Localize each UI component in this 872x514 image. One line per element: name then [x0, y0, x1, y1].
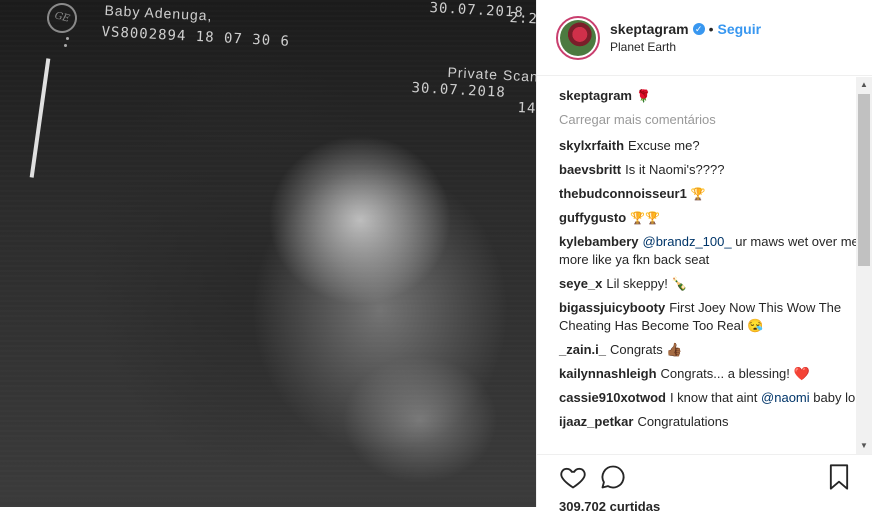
comment-username[interactable]: kylebambery [559, 234, 639, 249]
heart-icon[interactable] [559, 463, 587, 491]
scan-fragment: 14 [517, 100, 536, 117]
comment: bigassjuicybooty First Joey Now This Wow … [559, 299, 859, 335]
comment-username[interactable]: cassie910xotwod [559, 390, 666, 405]
comment-username[interactable]: ijaaz_petkar [559, 414, 633, 429]
header-username[interactable]: skeptagram [610, 21, 689, 37]
comment: ijaaz_petkar Congratulations [559, 413, 859, 431]
follow-button[interactable]: Seguir [718, 21, 762, 37]
scrollbar-thumb[interactable] [858, 94, 870, 266]
comment-text: Congratulations [637, 414, 729, 429]
load-more-comments-button[interactable]: Carregar mais comentários [559, 111, 859, 129]
caption: skeptagram 🌹 [559, 87, 859, 105]
comment-text: Congrats... a blessing! ❤️ [660, 366, 810, 381]
ultrasound-photo[interactable]: GE Baby Adenuga, VS8002894 18 07 30 6 30… [0, 0, 536, 507]
comment-username[interactable]: skylxrfaith [559, 138, 624, 153]
verified-badge-icon: ✓ [692, 23, 705, 35]
comment-text-after: baby lol [813, 390, 859, 405]
comment-text: Is it Naomi's???? [625, 162, 725, 177]
instagram-post: GE Baby Adenuga, VS8002894 18 07 30 6 30… [0, 0, 872, 514]
caption-username[interactable]: skeptagram [559, 88, 632, 103]
comments-scrollbar[interactable]: ▲ ▼ [856, 77, 872, 454]
scroll-up-arrow-icon[interactable]: ▲ [856, 77, 872, 93]
scan-marker [66, 37, 69, 40]
comment-username[interactable]: kailynnashleigh [559, 366, 657, 381]
rose-emoji: 🌹 [635, 89, 651, 103]
comment-username[interactable]: baevsbritt [559, 162, 621, 177]
comment: baevsbritt Is it Naomi's???? [559, 161, 859, 179]
comment: guffygusto 🏆🏆 [559, 209, 859, 227]
comment-mention[interactable]: @naomi [761, 390, 810, 405]
post-sidebar: skeptagram ✓ • Seguir Planet Earth skept… [536, 0, 872, 514]
comment-text: 🏆🏆 [630, 211, 661, 225]
post-header: skeptagram ✓ • Seguir Planet Earth [537, 0, 872, 76]
comment-username[interactable]: thebudconnoisseur1 [559, 186, 687, 201]
scan-marker [64, 44, 67, 47]
scroll-down-arrow-icon[interactable]: ▼ [856, 438, 872, 454]
comment-text: 🏆 [690, 187, 706, 201]
location-link[interactable]: Planet Earth [610, 40, 761, 54]
bookmark-icon[interactable] [825, 463, 853, 491]
comment: cassie910xotwod I know that aint @naomi b… [559, 389, 859, 407]
comments-list[interactable]: skeptagram 🌹 Carregar mais comentários sk… [537, 77, 871, 454]
header-separator: • [708, 21, 714, 37]
comment-icon[interactable] [599, 463, 627, 491]
comment: kailynnashleigh Congrats... a blessing! ❤… [559, 365, 859, 383]
comment-text: Lil skeppy! 🍾 [606, 276, 688, 291]
comment: seye_x Lil skeppy! 🍾 [559, 275, 859, 293]
comment-mention[interactable]: @brandz_100_ [643, 234, 732, 249]
comment-text: Excuse me? [628, 138, 700, 153]
scan-time: 2:26 [509, 10, 536, 28]
comment: thebudconnoisseur1 🏆 [559, 185, 859, 203]
comment: kylebambery @brandz_100_ ur maws wet over… [559, 233, 859, 269]
post-actions: 309.702 curtidas [537, 454, 872, 514]
comment-text: I know that aint [669, 390, 758, 405]
comment-username[interactable]: bigassjuicybooty [559, 300, 665, 315]
comment-username[interactable]: _zain.i_ [559, 342, 606, 357]
comment-username[interactable]: seye_x [559, 276, 602, 291]
comment-text: Congrats 👍🏾 [609, 342, 683, 357]
comment: skylxrfaith Excuse me? [559, 137, 859, 155]
comment-username[interactable]: guffygusto [559, 210, 626, 225]
comment: _zain.i_ Congrats 👍🏾 [559, 341, 859, 359]
avatar[interactable] [556, 15, 600, 60]
